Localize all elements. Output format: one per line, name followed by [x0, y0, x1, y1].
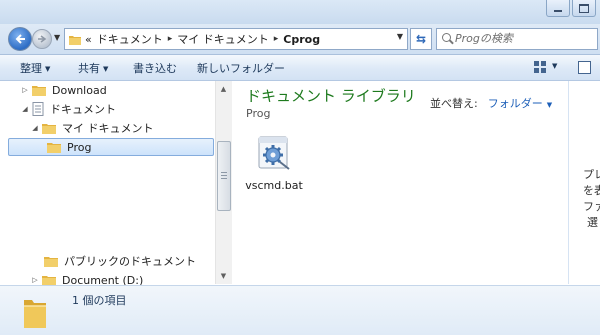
item-count: 1 個の項目	[72, 294, 127, 307]
expand-icon[interactable]: ▷	[20, 86, 30, 94]
search-box[interactable]	[436, 28, 598, 50]
preview-message: プレ を表 ファ 選	[583, 168, 600, 229]
tree-item-my-documents[interactable]: ◢ マイ ドキュメント	[30, 119, 154, 137]
organize-label: 整理	[20, 62, 42, 75]
forward-button[interactable]	[32, 29, 52, 49]
folder-icon	[32, 86, 46, 96]
file-list-pane: ドキュメント ライブラリ Prog 並べ替え: フォルダー ▼ vscmd.bat	[232, 81, 567, 284]
burn-button[interactable]: 書き込む	[133, 60, 177, 76]
tree-item-documents[interactable]: ◢ ドキュメント	[20, 100, 116, 118]
breadcrumb-separator-icon[interactable]: ▸	[168, 34, 173, 44]
tree-item-label: パブリックのドキュメント	[64, 255, 196, 268]
back-arrow-icon	[15, 34, 25, 44]
maximize-icon	[579, 3, 589, 13]
tree-item-label: Download	[52, 83, 107, 97]
file-item[interactable]: vscmd.bat	[244, 135, 304, 192]
address-dropdown-icon[interactable]: ▼	[397, 32, 403, 41]
change-view-icon[interactable]	[534, 61, 546, 73]
tree-item-public-documents[interactable]: パブリックのドキュメント	[32, 252, 196, 270]
window-controls	[544, 0, 596, 17]
maximize-button[interactable]	[572, 0, 596, 17]
share-label: 共有	[78, 62, 100, 75]
address-bar[interactable]: « ドキュメント ▸ マイ ドキュメント ▸ Cprog ▼	[64, 28, 408, 50]
minimize-button[interactable]	[546, 0, 570, 17]
forward-arrow-icon	[38, 35, 47, 43]
back-button[interactable]	[8, 27, 32, 51]
dropdown-arrow-icon[interactable]: ▼	[547, 101, 552, 109]
folder-icon	[47, 143, 61, 153]
refresh-button[interactable]: ⇆	[410, 28, 432, 50]
arrange-by: 並べ替え: フォルダー ▼	[430, 95, 552, 111]
arrange-by-dropdown[interactable]: フォルダー	[488, 97, 543, 110]
new-folder-label: 新しいフォルダー	[197, 62, 285, 75]
share-button[interactable]: 共有 ▼	[78, 60, 108, 76]
tree-item-label: ドキュメント	[50, 103, 116, 116]
batch-file-gear-icon	[256, 135, 292, 171]
burn-label: 書き込む	[133, 62, 177, 75]
file-name: vscmd.bat	[245, 179, 303, 192]
folder-icon	[44, 257, 58, 267]
refresh-icon: ⇆	[415, 32, 427, 46]
breadcrumb-separator-icon[interactable]: ▸	[274, 34, 279, 44]
arrange-by-label: 並べ替え:	[430, 97, 478, 110]
expand-icon[interactable]: ▷	[30, 276, 40, 284]
breadcrumb-item-my-documents[interactable]: マイ ドキュメント	[177, 31, 269, 47]
minimize-icon	[554, 10, 562, 12]
new-folder-button[interactable]: 新しいフォルダー	[197, 60, 285, 76]
tree-item-download[interactable]: ▷ Download	[20, 81, 107, 99]
folder-icon	[24, 300, 46, 328]
scrollbar-thumb[interactable]	[217, 141, 231, 211]
folder-icon	[69, 35, 81, 45]
window-title-bar	[0, 0, 600, 25]
search-input[interactable]	[455, 29, 579, 47]
collapse-icon[interactable]: ◢	[30, 124, 40, 132]
breadcrumb-item-documents[interactable]: ドキュメント	[97, 31, 163, 47]
recent-pages-dropdown-icon[interactable]: ▼	[54, 33, 60, 42]
tree-item-label: マイ ドキュメント	[62, 122, 154, 135]
navigation-scrollbar[interactable]: ▲ ▼	[215, 81, 232, 284]
search-icon	[442, 33, 451, 42]
scroll-down-icon[interactable]: ▼	[216, 268, 231, 283]
collapse-icon[interactable]: ◢	[20, 105, 30, 113]
tree-item-prog[interactable]: Prog	[8, 138, 214, 156]
navigation-pane: ▷ Download ◢ ドキュメント ◢ マイ ドキュメント Prog パブリ…	[0, 81, 216, 287]
preview-pane: プレ を表 ファ 選	[568, 81, 600, 284]
navigation-bar: ▼ « ドキュメント ▸ マイ ドキュメント ▸ Cprog ▼ ⇆	[0, 24, 600, 55]
breadcrumb: « ドキュメント ▸ マイ ドキュメント ▸ Cprog	[85, 31, 320, 47]
organize-button[interactable]: 整理 ▼	[20, 60, 50, 76]
dropdown-arrow-icon: ▼	[45, 65, 51, 73]
breadcrumb-overflow[interactable]: «	[85, 33, 92, 46]
preview-pane-toggle-icon[interactable]	[578, 61, 591, 74]
tree-item-label: Prog	[67, 140, 92, 154]
scroll-up-icon[interactable]: ▲	[216, 81, 231, 96]
library-title: ドキュメント ライブラリ	[246, 87, 416, 105]
documents-library-icon	[32, 102, 44, 116]
command-bar: 整理 ▼ 共有 ▼ 書き込む 新しいフォルダー ▼	[0, 55, 600, 81]
view-dropdown-icon[interactable]: ▼	[552, 62, 557, 70]
breadcrumb-item-cprog[interactable]: Cprog	[283, 33, 320, 46]
folder-icon	[42, 124, 56, 134]
library-subtitle: Prog	[246, 107, 271, 120]
dropdown-arrow-icon: ▼	[103, 65, 109, 73]
details-pane: 1 個の項目	[0, 285, 600, 335]
